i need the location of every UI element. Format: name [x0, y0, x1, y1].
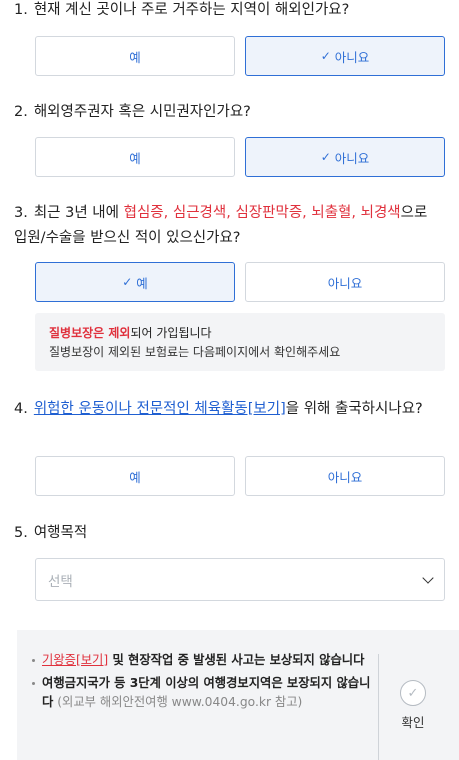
q4-yes-button[interactable]: 예	[35, 456, 235, 496]
check-icon: ✓	[320, 150, 331, 164]
question-4: 4. 위험한 운동이나 전문적인 체육활동[보기]을 위해 출국하시나요?	[14, 397, 445, 422]
option-label: 아니요	[334, 49, 370, 65]
disease-label: 뇌출혈	[311, 205, 352, 221]
q3-no-button[interactable]: 아니요	[245, 262, 445, 302]
dangerous-activity-link[interactable]: 위험한 운동이나 전문적인 체육활동[보기]	[34, 401, 286, 417]
separator: ,	[302, 205, 312, 221]
preexisting-condition-link[interactable]: 기왕증[보기]	[42, 653, 108, 667]
q1-yes-button[interactable]: 예	[35, 36, 235, 76]
q2-options: 예 ✓ 아니요	[35, 137, 445, 177]
option-label: 아니요	[334, 150, 370, 166]
q2-yes-button[interactable]: 예	[35, 137, 235, 177]
select-placeholder: 선택	[48, 573, 73, 590]
footer-notice: 기왕증[보기] 및 현장작업 중 발생된 사고는 보상되지 않습니다 여행금지국…	[17, 630, 459, 760]
q2-no-button[interactable]: ✓ 아니요	[245, 137, 445, 177]
separator: ,	[163, 205, 173, 221]
option-label: 아니요	[327, 275, 363, 291]
q3-options: ✓ 예 아니요	[35, 262, 445, 302]
notice-reference: (외교부 해외안전여행 www.0404.go.kr 참고)	[53, 695, 303, 709]
question-text: 을 위해 출국하시나요?	[285, 401, 423, 417]
notice-list: 기왕증[보기] 및 현장작업 중 발생된 사고는 보상되지 않습니다 여행금지국…	[31, 651, 376, 716]
question-number: 4.	[14, 401, 28, 417]
question-2: 2. 해외영주권자 혹은 시민권자인가요?	[14, 100, 445, 125]
question-number: 5.	[14, 525, 28, 541]
question-1: 1. 현재 계신 곳이나 주로 거주하는 지역이 해외인가요?	[14, 0, 445, 23]
disease-label: 심근경색	[172, 205, 227, 221]
check-icon: ✓	[122, 275, 133, 289]
question-text: 최근 3년 내에	[33, 205, 124, 221]
question-number: 1.	[14, 2, 28, 18]
q4-options: 예 아니요	[35, 456, 445, 496]
travel-purpose-select[interactable]: 선택	[35, 558, 445, 601]
question-text: 여행목적	[33, 525, 88, 541]
chevron-down-icon	[422, 571, 434, 584]
question-text: 현재 계신 곳이나 주로 거주하는 지역이 해외인가요?	[33, 2, 350, 18]
divider	[378, 654, 379, 760]
question-3: 3. 최근 3년 내에 협심증, 심근경색, 심장판막증, 뇌출혈, 뇌경색으로 …	[14, 201, 445, 251]
disease-label: 협심증	[123, 205, 164, 221]
confirm-button[interactable]: ✓ 확인	[391, 680, 435, 731]
q4-no-button[interactable]: 아니요	[245, 456, 445, 496]
question-5: 5. 여행목적	[14, 521, 445, 546]
list-item: 여행금지국가 등 3단계 이상의 여행경보지역은 보장되지 않습니다 (외교부 …	[31, 674, 376, 713]
notice-text: 질병보장이 제외된 보험료는 다음페이지에서 확인해주세요	[49, 345, 341, 359]
option-label: 예	[129, 469, 141, 485]
disease-label: 뇌경색	[360, 205, 401, 221]
separator: ,	[351, 205, 361, 221]
disease-exclusion-notice: 질병보장은 제외되어 가입됩니다 질병보장이 제외된 보험료는 다음페이지에서 …	[35, 313, 445, 371]
check-icon: ✓	[320, 49, 331, 63]
option-label: 예	[129, 150, 141, 166]
disease-label: 심장판막증	[235, 205, 303, 221]
confirm-label: 확인	[401, 715, 425, 730]
option-label: 예	[129, 49, 141, 65]
option-label: 예	[136, 275, 148, 291]
question-number: 3.	[14, 205, 28, 221]
notice-text: 및 현장작업 중 발생된 사고는 보상되지 않습니다	[108, 653, 365, 667]
notice-text: 되어 가입됩니다	[130, 326, 212, 340]
list-item: 기왕증[보기] 및 현장작업 중 발생된 사고는 보상되지 않습니다	[31, 651, 376, 671]
question-text: 해외영주권자 혹은 시민권자인가요?	[33, 104, 251, 120]
q1-no-button[interactable]: ✓ 아니요	[245, 36, 445, 76]
question-number: 2.	[14, 104, 28, 120]
q3-yes-button[interactable]: ✓ 예	[35, 262, 235, 302]
q1-options: 예 ✓ 아니요	[35, 36, 445, 76]
notice-strong: 질병보장은 제외	[49, 326, 131, 340]
check-circle-icon: ✓	[400, 680, 426, 706]
option-label: 아니요	[327, 469, 363, 485]
